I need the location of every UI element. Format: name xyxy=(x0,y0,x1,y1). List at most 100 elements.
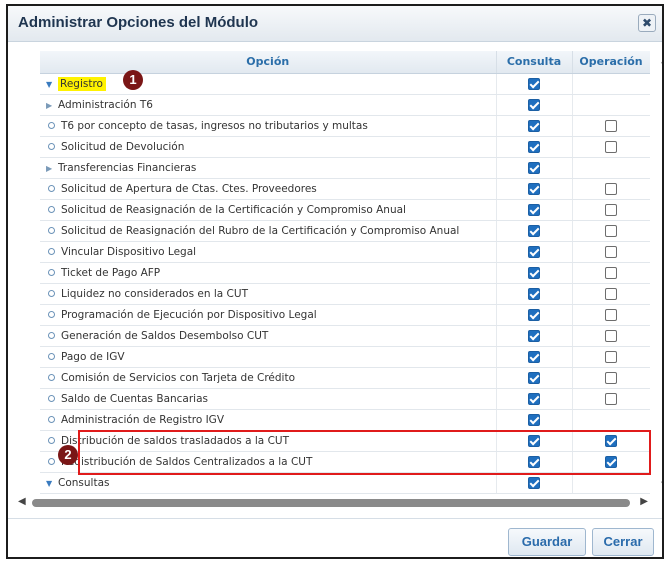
close-button[interactable]: Cerrar xyxy=(592,528,654,556)
operacion-cell xyxy=(572,283,650,305)
consulta-checkbox[interactable] xyxy=(528,455,540,468)
operacion-checkbox[interactable] xyxy=(605,308,617,321)
consulta-cell xyxy=(496,472,573,494)
table-row[interactable]: Solicitud de Reasignación de la Certific… xyxy=(40,199,650,221)
column-header-option[interactable]: Opción xyxy=(40,51,497,74)
consulta-checkbox[interactable] xyxy=(528,434,540,447)
operacion-cell xyxy=(572,430,650,452)
dialog-titlebar: Administrar Opciones del Módulo ✖ xyxy=(8,6,662,42)
consulta-checkbox[interactable] xyxy=(528,203,540,216)
table-row[interactable]: ▶ Transferencias Financieras xyxy=(40,157,650,179)
table-row[interactable]: Programación de Ejecución por Dispositiv… xyxy=(40,304,650,326)
column-header-consulta[interactable]: Consulta xyxy=(496,51,573,74)
operacion-checkbox[interactable] xyxy=(605,392,617,405)
option-label: Solicitud de Apertura de Ctas. Ctes. Pro… xyxy=(61,182,317,195)
option-cell: Administración de Registro IGV xyxy=(40,409,497,431)
option-label: Generación de Saldos Desembolso CUT xyxy=(61,329,269,342)
consulta-checkbox[interactable] xyxy=(528,392,540,405)
table-row[interactable]: Distribución de saldos trasladados a la … xyxy=(40,430,650,452)
operacion-cell xyxy=(572,388,650,410)
table-row[interactable]: Redistribución de Saldos Centralizados a… xyxy=(40,451,650,473)
triangle-down-icon[interactable]: ▼ xyxy=(46,479,58,488)
operacion-checkbox[interactable] xyxy=(605,329,617,342)
consulta-checkbox[interactable] xyxy=(528,98,540,111)
consulta-checkbox[interactable] xyxy=(528,224,540,237)
scroll-right-icon[interactable]: ▶ xyxy=(640,496,648,507)
options-table: Opción Consulta Operación ▼ Registro ▶ Admi… xyxy=(40,51,650,494)
table-row[interactable]: Solicitud de Reasignación del Rubro de l… xyxy=(40,220,650,242)
table-row[interactable]: Liquidez no considerados en la CUT xyxy=(40,283,650,305)
table-row[interactable]: ▼ Consultas xyxy=(40,472,650,494)
table-row[interactable]: Solicitud de Devolución xyxy=(40,136,650,158)
consulta-checkbox[interactable] xyxy=(528,308,540,321)
option-label: Comisión de Servicios con Tarjeta de Cré… xyxy=(61,371,296,384)
circle-bullet-icon xyxy=(48,227,55,234)
operacion-checkbox[interactable] xyxy=(605,266,617,279)
horizontal-scrollbar[interactable]: ◀ ▶ xyxy=(18,496,648,510)
consulta-checkbox[interactable] xyxy=(528,140,540,153)
scroll-down-icon[interactable]: ▼ xyxy=(658,480,662,494)
triangle-down-icon[interactable]: ▼ xyxy=(46,80,58,89)
operacion-checkbox[interactable] xyxy=(605,140,617,153)
consulta-checkbox[interactable] xyxy=(528,350,540,363)
footer-divider xyxy=(8,518,662,519)
operacion-checkbox[interactable] xyxy=(605,203,617,216)
option-cell: Ticket de Pago AFP xyxy=(40,262,497,284)
operacion-checkbox[interactable] xyxy=(605,434,617,447)
operacion-checkbox[interactable] xyxy=(605,287,617,300)
horizontal-scroll-thumb[interactable] xyxy=(32,499,630,507)
consulta-cell xyxy=(496,283,573,305)
consulta-checkbox[interactable] xyxy=(528,476,540,489)
consulta-cell xyxy=(496,178,573,200)
option-label: Solicitud de Devolución xyxy=(61,140,185,153)
table-row[interactable]: Generación de Saldos Desembolso CUT xyxy=(40,325,650,347)
table-row[interactable]: Administración de Registro IGV xyxy=(40,409,650,431)
table-row[interactable]: Pago de IGV xyxy=(40,346,650,368)
consulta-checkbox[interactable] xyxy=(528,266,540,279)
option-cell: Liquidez no considerados en la CUT xyxy=(40,283,497,305)
operacion-cell xyxy=(572,73,650,95)
table-row[interactable]: ▶ Administración T6 xyxy=(40,94,650,116)
table-row[interactable]: Solicitud de Apertura de Ctas. Ctes. Pro… xyxy=(40,178,650,200)
dialog-title: Administrar Opciones del Módulo xyxy=(18,14,259,31)
consulta-checkbox[interactable] xyxy=(528,119,540,132)
vertical-scroll-thumb[interactable] xyxy=(662,118,664,246)
triangle-right-icon[interactable]: ▶ xyxy=(46,164,58,173)
consulta-cell xyxy=(496,94,573,116)
column-header-operacion[interactable]: Operación xyxy=(572,51,650,74)
operacion-checkbox[interactable] xyxy=(605,350,617,363)
operacion-checkbox[interactable] xyxy=(605,245,617,258)
table-row[interactable]: Comisión de Servicios con Tarjeta de Cré… xyxy=(40,367,650,389)
consulta-cell xyxy=(496,262,573,284)
consulta-checkbox[interactable] xyxy=(528,371,540,384)
consulta-checkbox[interactable] xyxy=(528,329,540,342)
scroll-up-icon[interactable]: ▲ xyxy=(658,54,662,68)
table-row[interactable]: Saldo de Cuentas Bancarias xyxy=(40,388,650,410)
close-icon[interactable]: ✖ xyxy=(638,14,656,32)
operacion-cell xyxy=(572,94,650,116)
operacion-checkbox[interactable] xyxy=(605,182,617,195)
operacion-checkbox[interactable] xyxy=(605,224,617,237)
save-button[interactable]: Guardar xyxy=(508,528,586,556)
vertical-scrollbar[interactable]: ▲ ▼ xyxy=(658,54,664,494)
operacion-checkbox[interactable] xyxy=(605,455,617,468)
triangle-right-icon[interactable]: ▶ xyxy=(46,101,58,110)
table-row[interactable]: Ticket de Pago AFP xyxy=(40,262,650,284)
consulta-cell xyxy=(496,136,573,158)
consulta-cell xyxy=(496,73,573,95)
scroll-left-icon[interactable]: ◀ xyxy=(18,496,26,507)
consulta-checkbox[interactable] xyxy=(528,413,540,426)
operacion-checkbox[interactable] xyxy=(605,371,617,384)
operacion-cell xyxy=(572,346,650,368)
operacion-checkbox[interactable] xyxy=(605,119,617,132)
consulta-checkbox[interactable] xyxy=(528,245,540,258)
table-row[interactable]: Vincular Dispositivo Legal xyxy=(40,241,650,263)
option-cell: Programación de Ejecución por Dispositiv… xyxy=(40,304,497,326)
options-grid: Opción Consulta Operación ▼ Registro ▶ Admi… xyxy=(40,51,650,494)
consulta-checkbox[interactable] xyxy=(528,77,540,90)
table-row[interactable]: T6 por concepto de tasas, ingresos no tr… xyxy=(40,115,650,137)
consulta-checkbox[interactable] xyxy=(528,287,540,300)
consulta-checkbox[interactable] xyxy=(528,182,540,195)
option-cell: ▶ Administración T6 xyxy=(40,94,497,116)
consulta-checkbox[interactable] xyxy=(528,161,540,174)
